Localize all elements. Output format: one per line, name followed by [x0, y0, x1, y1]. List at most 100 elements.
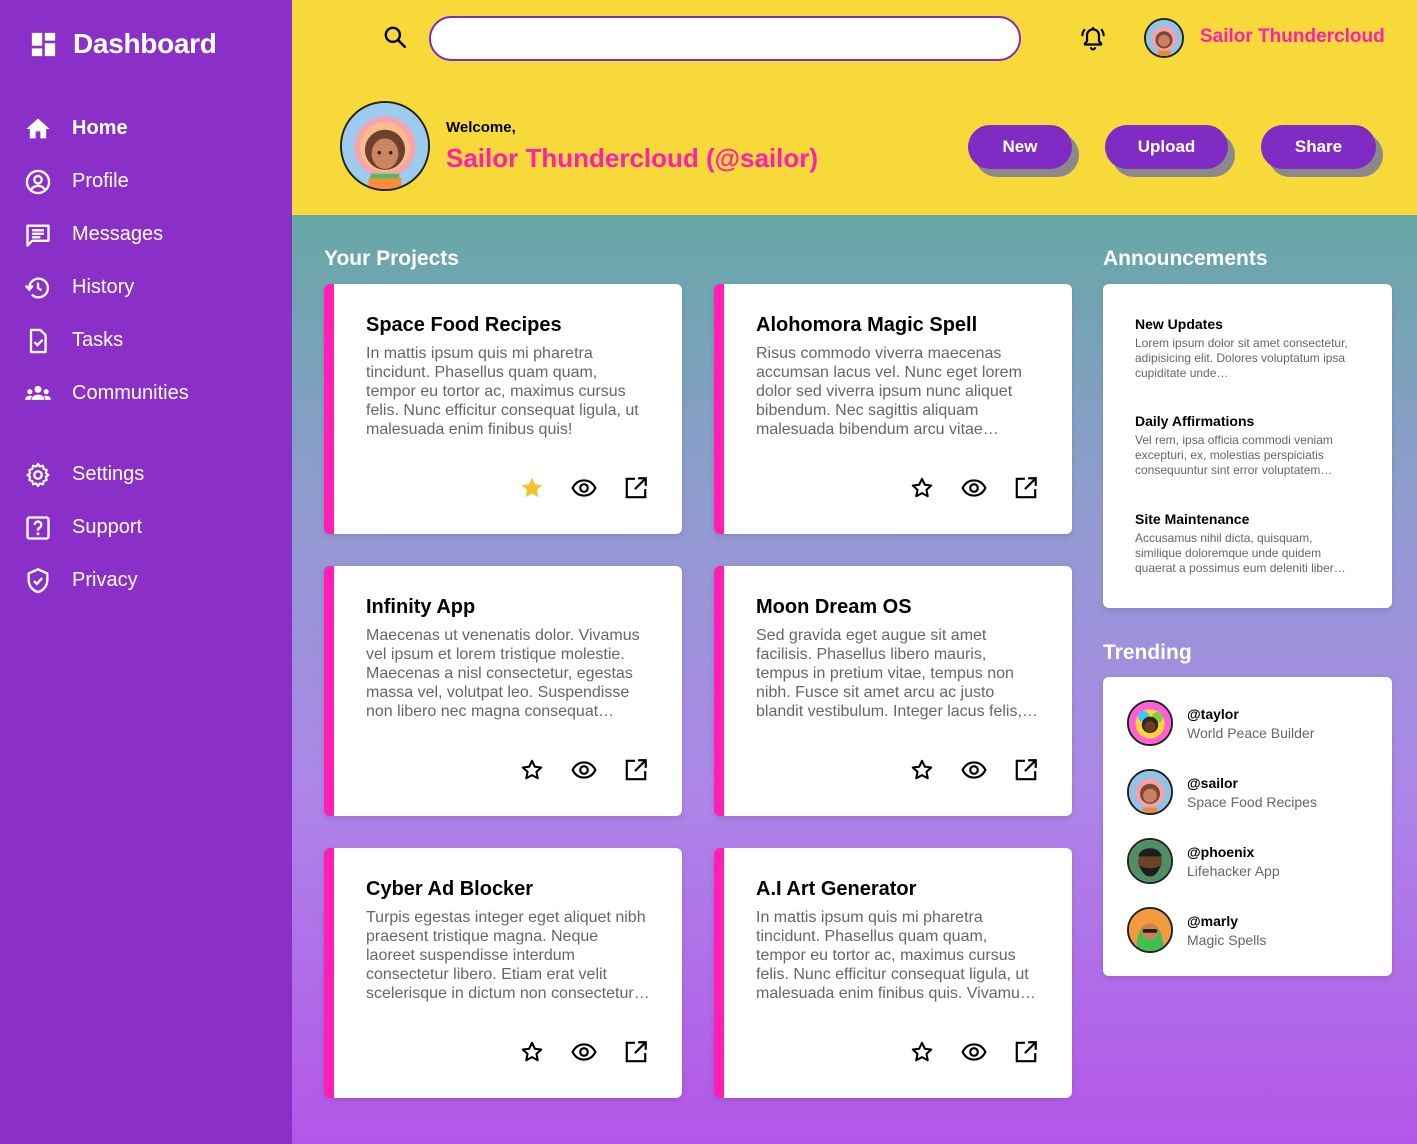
- sidebar-item-label: Messages: [72, 223, 164, 245]
- project-description: Maecenas ut venenatis dolor. Vivamus vel…: [366, 627, 640, 720]
- star-outline-icon[interactable]: [908, 756, 936, 784]
- eye-icon[interactable]: [960, 1038, 988, 1066]
- sidebar-item-label: Home: [72, 117, 128, 139]
- announcements-panel: New Updates Lorem ipsum dolor sit amet c…: [1103, 284, 1392, 608]
- project-description: Sed gravida eget augue sit amet facilisi…: [756, 627, 1038, 720]
- header-username[interactable]: Sailor Thundercloud: [1200, 26, 1385, 48]
- project-description: In mattis ipsum quis mi pharetra tincidu…: [756, 909, 1036, 1002]
- open-external-icon[interactable]: [1012, 474, 1040, 502]
- announcement-item[interactable]: Daily Affirmations Vel rem, ipsa officia…: [1135, 413, 1360, 478]
- sidebar-item-label: Tasks: [72, 329, 124, 351]
- projects-title: Your Projects: [324, 247, 459, 270]
- announcement-text: Lorem ipsum dolor sit amet consectetur, …: [1135, 336, 1348, 380]
- sidebar-item-label: Profile: [72, 170, 129, 192]
- eye-icon[interactable]: [570, 1038, 598, 1066]
- trending-project: World Peace Builder: [1187, 724, 1315, 741]
- project-card[interactable]: A.I Art Generator In mattis ipsum quis m…: [714, 848, 1072, 1098]
- sidebar-item-home[interactable]: Home: [0, 102, 292, 155]
- announcement-item[interactable]: New Updates Lorem ipsum dolor sit amet c…: [1135, 316, 1360, 381]
- project-card[interactable]: Cyber Ad Blocker Turpis egestas integer …: [324, 848, 682, 1098]
- trending-item[interactable]: @sailor Space Food Recipes: [1127, 768, 1317, 816]
- star-outline-icon[interactable]: [908, 1038, 936, 1066]
- star-filled-icon[interactable]: [518, 474, 546, 502]
- sidebar-item-communities[interactable]: Communities: [0, 367, 292, 420]
- project-title[interactable]: Infinity App: [366, 596, 475, 619]
- open-external-icon[interactable]: [1012, 1038, 1040, 1066]
- app-title: Dashboard: [73, 28, 217, 59]
- profile-avatar[interactable]: [340, 101, 430, 191]
- trending-project: Space Food Recipes: [1187, 793, 1317, 810]
- avatar: [1127, 838, 1173, 884]
- trending-handle: @phoenix: [1187, 843, 1255, 860]
- project-title[interactable]: Moon Dream OS: [756, 596, 912, 619]
- announcement-title: Site Maintenance: [1135, 511, 1250, 527]
- eye-icon[interactable]: [570, 474, 598, 502]
- star-outline-icon[interactable]: [518, 1038, 546, 1066]
- eye-icon[interactable]: [960, 474, 988, 502]
- eye-icon[interactable]: [960, 756, 988, 784]
- sidebar-item-messages[interactable]: Messages: [0, 208, 292, 261]
- trending-title: Trending: [1103, 641, 1192, 664]
- project-title[interactable]: A.I Art Generator: [756, 878, 916, 901]
- announcement-item[interactable]: Site Maintenance Accusamus nihil dicta, …: [1135, 511, 1360, 576]
- avatar[interactable]: [1144, 18, 1184, 58]
- open-external-icon[interactable]: [622, 756, 650, 784]
- nav-secondary: Settings Support Privacy: [0, 448, 292, 607]
- project-card[interactable]: Infinity App Maecenas ut venenatis dolor…: [324, 566, 682, 816]
- eye-icon[interactable]: [570, 756, 598, 784]
- sidebar-item-settings[interactable]: Settings: [0, 448, 292, 501]
- project-description: In mattis ipsum quis mi pharetra tincidu…: [366, 345, 639, 438]
- card-actions: [908, 474, 1040, 502]
- star-outline-icon[interactable]: [518, 756, 546, 784]
- card-actions: [518, 1038, 650, 1066]
- trending-handle: @taylor: [1187, 705, 1239, 722]
- sidebar-item-support[interactable]: Support: [0, 501, 292, 554]
- trending-item[interactable]: @marly Magic Spells: [1127, 906, 1266, 954]
- project-title[interactable]: Space Food Recipes: [366, 314, 562, 337]
- project-title[interactable]: Alohomora Magic Spell: [756, 314, 977, 337]
- support-icon: [24, 514, 52, 542]
- open-external-icon[interactable]: [1012, 756, 1040, 784]
- bell-icon[interactable]: [1080, 25, 1106, 51]
- announcements-title: Announcements: [1103, 247, 1268, 270]
- sidebar-item-history[interactable]: History: [0, 261, 292, 314]
- card-actions: [518, 756, 650, 784]
- search-icon[interactable]: [382, 24, 408, 50]
- project-card[interactable]: Space Food Recipes In mattis ipsum quis …: [324, 284, 682, 534]
- project-card[interactable]: Moon Dream OS Sed gravida eget augue sit…: [714, 566, 1072, 816]
- share-button[interactable]: Share: [1261, 125, 1376, 169]
- open-external-icon[interactable]: [622, 474, 650, 502]
- search-input[interactable]: [429, 16, 1021, 61]
- avatar: [1127, 769, 1173, 815]
- trending-handle: @sailor: [1187, 774, 1239, 791]
- sidebar-item-label: History: [72, 276, 135, 298]
- trending-handle: @marly: [1187, 912, 1239, 929]
- nav-primary: Home Profile Messages History Tasks Comm…: [0, 102, 292, 420]
- profile-icon: [24, 168, 52, 196]
- trending-item[interactable]: @taylor World Peace Builder: [1127, 699, 1314, 747]
- welcome-label: Welcome,: [446, 119, 516, 136]
- open-external-icon[interactable]: [622, 1038, 650, 1066]
- trending-project: Magic Spells: [1187, 931, 1267, 948]
- avatar: [1127, 907, 1173, 953]
- sidebar-item-tasks[interactable]: Tasks: [0, 314, 292, 367]
- star-outline-icon[interactable]: [908, 474, 936, 502]
- home-icon: [24, 115, 52, 143]
- brand[interactable]: Dashboard: [28, 24, 217, 64]
- trending-panel: @taylor World Peace Builder @sailor Spac…: [1103, 677, 1392, 976]
- sidebar: Dashboard Home Profile Messages History …: [0, 0, 292, 1144]
- sidebar-item-profile[interactable]: Profile: [0, 155, 292, 208]
- project-title[interactable]: Cyber Ad Blocker: [366, 878, 533, 901]
- upload-button[interactable]: Upload: [1105, 125, 1228, 169]
- project-card[interactable]: Alohomora Magic Spell Risus commodo vive…: [714, 284, 1072, 534]
- dashboard-icon: [31, 32, 56, 56]
- trending-project: Lifehacker App: [1187, 862, 1280, 879]
- announcement-text: Vel rem, ipsa officia commodi veniam exc…: [1135, 433, 1333, 477]
- project-description: Turpis egestas integer eget aliquet nibh…: [366, 909, 650, 1002]
- new-button[interactable]: New: [968, 125, 1072, 169]
- sidebar-item-privacy[interactable]: Privacy: [0, 554, 292, 607]
- trending-item[interactable]: @phoenix Lifehacker App: [1127, 837, 1280, 885]
- gear-icon: [24, 461, 52, 489]
- main-content: Your Projects Space Food Recipes In matt…: [292, 215, 1417, 1144]
- card-actions: [908, 1038, 1040, 1066]
